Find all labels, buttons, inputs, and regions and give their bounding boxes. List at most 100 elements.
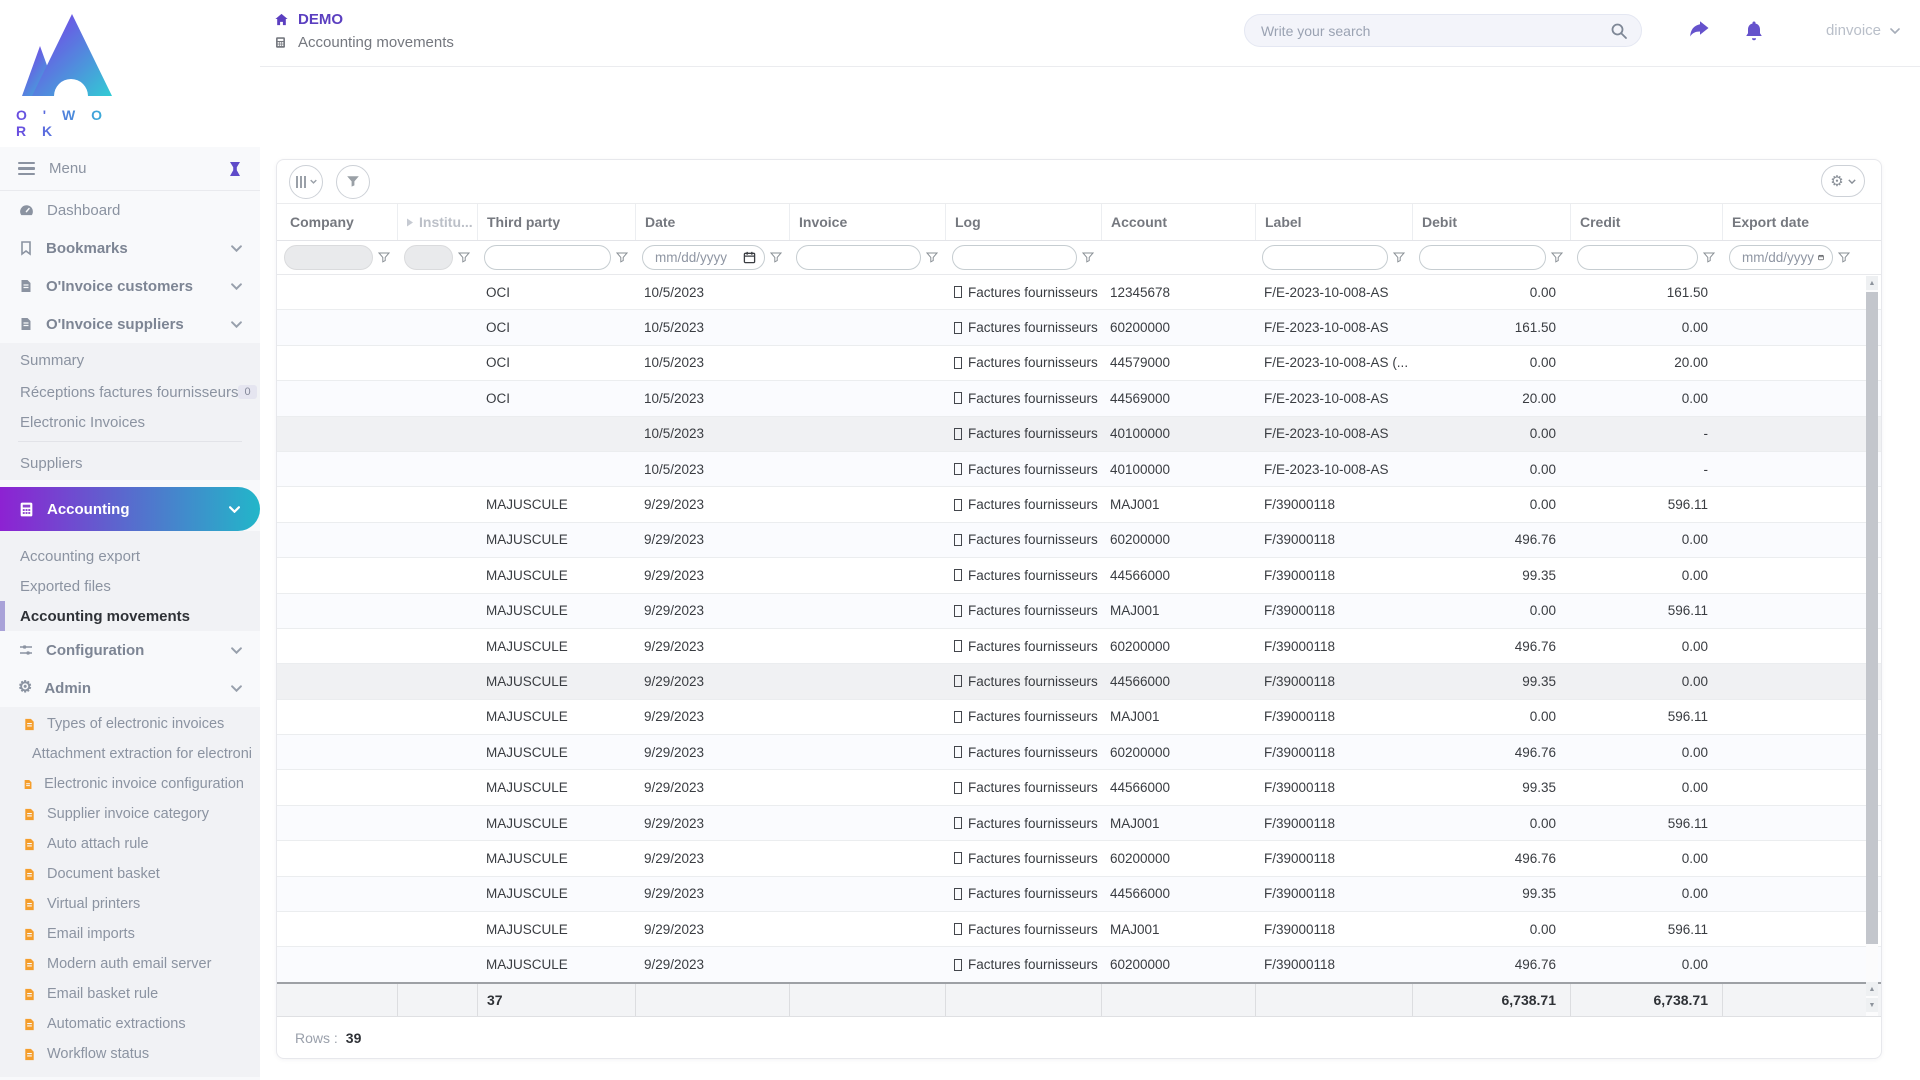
filter-funnel-icon[interactable] bbox=[616, 252, 628, 263]
filter-funnel-icon[interactable] bbox=[770, 252, 782, 263]
filter-funnel-icon[interactable] bbox=[1393, 252, 1405, 263]
table-row[interactable]: MAJUSCULE 9/29/2023 Factures fournisseur… bbox=[277, 487, 1881, 523]
sidebar-admin-item[interactable]: Workflow status bbox=[0, 1039, 260, 1069]
table-row[interactable]: MAJUSCULE 9/29/2023 Factures fournisseur… bbox=[277, 770, 1881, 806]
sidebar-admin-item[interactable]: Email basket rule bbox=[0, 979, 260, 1009]
column-header-label[interactable]: Label bbox=[1255, 204, 1412, 240]
table-row[interactable]: MAJUSCULE 9/29/2023 Factures fournisseur… bbox=[277, 593, 1881, 629]
table-row[interactable]: MAJUSCULE 9/29/2023 Factures fournisseur… bbox=[277, 947, 1881, 982]
bell-icon[interactable] bbox=[1742, 19, 1766, 43]
column-header-invoice[interactable]: Invoice bbox=[789, 204, 945, 240]
filter-funnel-icon[interactable] bbox=[1082, 252, 1094, 263]
column-header-export-date[interactable]: Export date bbox=[1722, 204, 1857, 240]
table-row[interactable]: MAJUSCULE 9/29/2023 Factures fournisseur… bbox=[277, 805, 1881, 842]
scroll-up-button[interactable]: ▲ bbox=[1866, 982, 1878, 996]
sidebar-admin-item[interactable]: Virtual printers bbox=[0, 889, 260, 919]
home-icon[interactable] bbox=[274, 12, 289, 27]
table-row[interactable]: MAJUSCULE 9/29/2023 Factures fournisseur… bbox=[277, 876, 1881, 913]
sidebar-item-suppliers[interactable]: Suppliers bbox=[0, 446, 260, 480]
export-date-filter-input[interactable]: mm/dd/yyyy bbox=[1729, 245, 1833, 270]
sidebar-menu-header[interactable]: Menu bbox=[0, 147, 260, 191]
column-header-third-party[interactable]: Third party bbox=[477, 204, 635, 240]
column-header-log[interactable]: Log bbox=[945, 204, 1101, 240]
sidebar-item-admin[interactable]: ⚙ Admin bbox=[0, 669, 260, 707]
sidebar-item-receptions-factures[interactable]: Réceptions factures fournisseurs 0 bbox=[0, 377, 260, 407]
sidebar-admin-item[interactable]: Types of electronic invoices bbox=[0, 709, 260, 739]
table-row[interactable]: OCI 10/5/2023 Factures fournisseurs 1234… bbox=[277, 275, 1881, 311]
user-menu[interactable]: dinvoice bbox=[1826, 22, 1900, 39]
grid-settings-button[interactable]: ⚙ bbox=[1821, 165, 1865, 197]
filter-funnel-icon[interactable] bbox=[458, 252, 470, 263]
sidebar-item-accounting-movements[interactable]: Accounting movements bbox=[0, 601, 260, 631]
sidebar-admin-item[interactable]: Electronic invoice configuration bbox=[0, 769, 260, 799]
columns-button[interactable] bbox=[289, 164, 323, 199]
vertical-scrollbar[interactable]: ▲ ▲ ▼ bbox=[1866, 276, 1878, 1016]
table-row[interactable]: 10/5/2023 Factures fournisseurs 40100000… bbox=[277, 416, 1881, 452]
sidebar-item-oinvoice-suppliers[interactable]: O'Invoice suppliers bbox=[0, 305, 260, 343]
table-row[interactable]: MAJUSCULE 9/29/2023 Factures fournisseur… bbox=[277, 522, 1881, 559]
table-row[interactable]: MAJUSCULE 9/29/2023 Factures fournisseur… bbox=[277, 912, 1881, 948]
sidebar-admin-item[interactable]: Supplier invoice category bbox=[0, 799, 260, 829]
column-header-company[interactable]: Company bbox=[277, 204, 397, 240]
sidebar-admin-item[interactable]: Automatic extractions bbox=[0, 1009, 260, 1039]
sidebar-item-dashboard[interactable]: Dashboard bbox=[0, 191, 260, 229]
pin-icon[interactable] bbox=[228, 161, 242, 177]
column-header-institution[interactable]: Institu... bbox=[397, 204, 477, 240]
calendar-icon[interactable] bbox=[743, 251, 756, 264]
filter-funnel-icon[interactable] bbox=[378, 252, 390, 263]
invoice-filter-input[interactable] bbox=[796, 245, 921, 270]
sidebar-admin-item[interactable]: Email imports bbox=[0, 919, 260, 949]
table-row[interactable]: OCI 10/5/2023 Factures fournisseurs 4456… bbox=[277, 381, 1881, 417]
page-title: Accounting movements bbox=[298, 34, 454, 51]
search-icon[interactable] bbox=[1610, 22, 1628, 40]
table-row[interactable]: MAJUSCULE 9/29/2023 Factures fournisseur… bbox=[277, 735, 1881, 771]
sidebar-item-bookmarks[interactable]: Bookmarks bbox=[0, 229, 260, 267]
column-header-date[interactable]: Date bbox=[635, 204, 789, 240]
share-icon[interactable] bbox=[1686, 19, 1712, 43]
table-row[interactable]: 10/5/2023 Factures fournisseurs 40100000… bbox=[277, 451, 1881, 488]
date-filter-input[interactable]: mm/dd/yyyy bbox=[642, 245, 765, 270]
sidebar-admin-item[interactable]: Auto attach rule bbox=[0, 829, 260, 859]
filter-funnel-icon[interactable] bbox=[1551, 252, 1563, 263]
logo[interactable]: O ' W O R K bbox=[0, 0, 260, 147]
table-row[interactable]: MAJUSCULE 9/29/2023 Factures fournisseur… bbox=[277, 629, 1881, 665]
sidebar-admin-item[interactable]: Modern auth email server bbox=[0, 949, 260, 979]
filter-funnel-icon[interactable] bbox=[1838, 252, 1850, 263]
table-row[interactable]: MAJUSCULE 9/29/2023 Factures fournisseur… bbox=[277, 558, 1881, 594]
global-search[interactable] bbox=[1243, 14, 1642, 47]
table-row[interactable]: MAJUSCULE 9/29/2023 Factures fournisseur… bbox=[277, 841, 1881, 877]
sidebar-item-electronic-invoices[interactable]: Electronic Invoices bbox=[0, 407, 260, 437]
debit-filter-input[interactable] bbox=[1419, 245, 1546, 270]
sidebar-item-configuration[interactable]: Configuration bbox=[0, 631, 260, 669]
sidebar-admin-item[interactable]: Attachment extraction for electroni bbox=[0, 739, 260, 769]
scrollbar-thumb[interactable] bbox=[1866, 292, 1878, 944]
search-input[interactable] bbox=[1260, 22, 1601, 39]
scroll-down-button[interactable]: ▼ bbox=[1866, 998, 1878, 1012]
sidebar-item-exported-files[interactable]: Exported files bbox=[0, 571, 260, 601]
sidebar-item-summary[interactable]: Summary bbox=[0, 343, 260, 377]
credit-filter-input[interactable] bbox=[1577, 245, 1698, 270]
missing-glyph-icon bbox=[954, 498, 962, 511]
log-filter-input[interactable] bbox=[952, 245, 1077, 270]
label-filter-input[interactable] bbox=[1262, 245, 1388, 270]
filter-funnel-icon[interactable] bbox=[1703, 252, 1715, 263]
sidebar-item-accounting[interactable]: Accounting bbox=[0, 487, 260, 531]
sidebar-item-oinvoice-customers[interactable]: O'Invoice customers bbox=[0, 267, 260, 305]
table-row[interactable]: MAJUSCULE 9/29/2023 Factures fournisseur… bbox=[277, 700, 1881, 736]
column-header-account[interactable]: Account bbox=[1101, 204, 1255, 240]
filter-funnel-icon[interactable] bbox=[926, 252, 938, 263]
table-row[interactable]: OCI 10/5/2023 Factures fournisseurs 6020… bbox=[277, 310, 1881, 346]
missing-glyph-icon bbox=[954, 533, 962, 546]
calendar-icon[interactable] bbox=[1818, 251, 1824, 264]
column-header-debit[interactable]: Debit bbox=[1412, 204, 1570, 240]
table-row[interactable]: MAJUSCULE 9/29/2023 Factures fournisseur… bbox=[277, 664, 1881, 700]
sidebar-item-accounting-export[interactable]: Accounting export bbox=[0, 541, 260, 571]
sidebar-admin-item[interactable]: Document basket bbox=[0, 859, 260, 889]
column-group-expand-icon[interactable] bbox=[407, 218, 413, 227]
hamburger-menu-icon[interactable] bbox=[18, 161, 35, 176]
column-header-credit[interactable]: Credit bbox=[1570, 204, 1722, 240]
third-party-filter-input[interactable] bbox=[484, 245, 611, 270]
scroll-up-button[interactable]: ▲ bbox=[1866, 276, 1878, 290]
filter-button[interactable] bbox=[336, 164, 370, 199]
table-row[interactable]: OCI 10/5/2023 Factures fournisseurs 4457… bbox=[277, 346, 1881, 382]
